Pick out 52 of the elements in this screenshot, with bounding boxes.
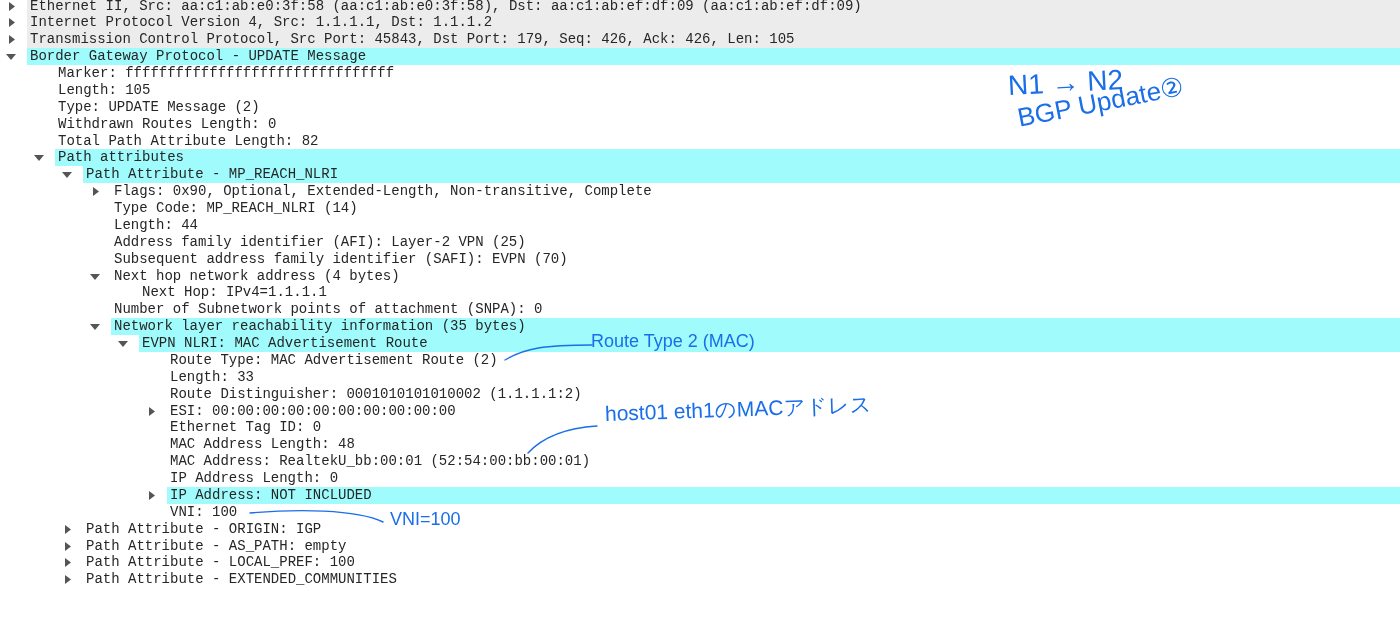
caret-right-icon[interactable] <box>9 35 15 45</box>
tree-item[interactable]: Ethernet II, Src: aa:c1:ab:e0:3f:58 (aa:c1:ab:e0:3f:58), Dst: aa:c1:ab:ef:df:09 (aa:c1:ab:ef:df:09) <box>27 0 1400 15</box>
tree-item[interactable]: Path Attribute - LOCAL_PREF: 100 <box>83 554 358 572</box>
caret-right-icon[interactable] <box>65 541 71 551</box>
caret-right-icon[interactable] <box>65 575 71 585</box>
leader-line <box>527 425 598 454</box>
tree-item[interactable]: Internet Protocol Version 4, Src: 1.1.1.1, Dst: 1.1.1.2 <box>27 14 1400 32</box>
tree-item[interactable]: Next hop network address (4 bytes) <box>111 267 403 285</box>
tree-item[interactable]: Marker: ffffffffffffffffffffffffffffffff <box>55 65 398 82</box>
tree-item[interactable]: Length: 105 <box>55 82 154 99</box>
tree-item[interactable]: Withdrawn Routes Length: 0 <box>55 115 280 133</box>
handwritten-note: host01 eth1のMACアドレス <box>604 392 872 427</box>
tree-item[interactable]: Route Distinguisher: 0001010101010002 (1.1.1.1:2) <box>167 385 585 403</box>
tree-item[interactable]: Flags: 0x90, Optional, Extended-Length, Non-transitive, Complete <box>111 183 655 201</box>
caret-down-icon[interactable] <box>34 155 44 162</box>
tree-item[interactable]: Subsequent address family identifier (SAFI): EVPN (70) <box>111 250 571 268</box>
tree-item[interactable]: Ethernet Tag ID: 0 <box>167 419 325 437</box>
tree-item[interactable]: Type Code: MP_REACH_NLRI (14) <box>111 200 361 217</box>
caret-right-icon[interactable] <box>9 18 15 28</box>
caret-right-icon[interactable] <box>9 1 15 11</box>
tree-item[interactable]: Address family identifier (AFI): Layer-2 VPN (25) <box>111 233 529 251</box>
caret-down-icon[interactable] <box>62 172 72 179</box>
tree-item[interactable]: IP Address: NOT INCLUDED <box>167 487 1400 504</box>
tree-item[interactable]: MAC Address: RealtekU_bb:00:01 (52:54:00:bb:00:01) <box>167 453 594 471</box>
caret-right-icon[interactable] <box>149 406 155 416</box>
tree-item[interactable]: Type: UPDATE Message (2) <box>55 98 263 116</box>
tree-item[interactable]: Path Attribute - MP_REACH_NLRI <box>83 166 1400 184</box>
tree-item[interactable]: Transmission Control Protocol, Src Port: 45843, Dst Port: 179, Seq: 426, Ack: 426, Len: 105 <box>27 31 1400 49</box>
tree-item[interactable]: Path Attribute - AS_PATH: empty <box>83 537 350 555</box>
tree-item[interactable]: VNI: 100 <box>167 503 241 521</box>
tree-item[interactable]: ESI: 00:00:00:00:00:00:00:00:00:00 <box>167 402 459 420</box>
caret-right-icon[interactable] <box>93 187 99 197</box>
tree-item[interactable]: Route Type: MAC Advertisement Route (2) <box>167 352 501 369</box>
tree-item[interactable]: Length: 44 <box>111 217 201 234</box>
tree-item[interactable]: Path Attribute - ORIGIN: IGP <box>83 520 325 538</box>
tree-item[interactable]: Next Hop: IPv4=1.1.1.1 <box>139 284 330 302</box>
tree-item[interactable]: Length: 33 <box>167 368 257 386</box>
tree-item[interactable]: Path attributes <box>55 149 1400 167</box>
tree-item[interactable]: MAC Address Length: 48 <box>167 436 358 454</box>
caret-down-icon[interactable] <box>118 341 128 348</box>
tree-item[interactable]: Border Gateway Protocol - UPDATE Message <box>27 48 1400 66</box>
caret-right-icon[interactable] <box>65 558 71 568</box>
caret-right-icon[interactable] <box>149 490 155 500</box>
caret-down-icon[interactable] <box>6 54 16 61</box>
tree-item[interactable]: Number of Subnetwork points of attachment (SNPA): 0 <box>111 301 546 319</box>
handwritten-note: VNI=100 <box>390 509 461 530</box>
caret-down-icon[interactable] <box>90 273 100 280</box>
caret-right-icon[interactable] <box>65 524 71 534</box>
tree-item[interactable]: IP Address Length: 0 <box>167 470 342 487</box>
caret-down-icon[interactable] <box>90 324 100 331</box>
tree-item[interactable]: Total Path Attribute Length: 82 <box>55 132 322 150</box>
tree-item[interactable]: Path Attribute - EXTENDED_COMMUNITIES <box>83 571 400 589</box>
